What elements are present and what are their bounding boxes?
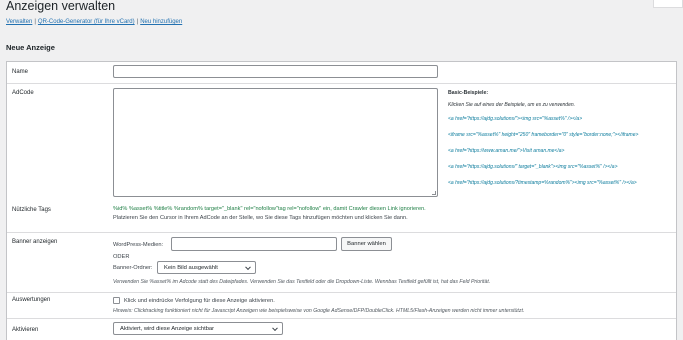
subnav-add-new-link[interactable]: Neu hinzufügen — [140, 19, 182, 25]
media-url-input[interactable] — [171, 237, 337, 251]
chevron-down-icon — [245, 263, 251, 270]
banner-label: Banner anzeigen — [12, 239, 58, 245]
name-input[interactable] — [113, 65, 438, 78]
example-code[interactable]: <iframe src="%asset%" height="250" frame… — [448, 132, 674, 139]
form-row-adcode: AdCode Basic-Beispiele: Klicken Sie auf … — [7, 83, 676, 203]
section-title: Neue Anzeige — [6, 43, 55, 52]
tags-help-text: Platzieren Sie den Cursor in Ihrem AdCod… — [113, 215, 408, 221]
stats-help-text: Hinweis: Clicktracking funktioniert nich… — [113, 308, 525, 314]
new-ad-form-panel: Name AdCode Basic-Beispiele: Klicken Sie… — [6, 61, 677, 340]
subnav-separator: | — [34, 19, 36, 25]
activate-label: Aktivieren — [12, 327, 39, 333]
banner-folder-select[interactable]: Kein Bild ausgewählt — [157, 261, 256, 274]
form-row-tags: Nützliche Tags %id% %asset% %title% %ran… — [7, 203, 676, 232]
form-row-activate: Aktivieren Aktiviert, wird diese Anzeige… — [7, 318, 676, 340]
stats-checkbox-label[interactable]: Klick und eindrücke Verfolgung für diese… — [124, 298, 275, 304]
folder-label: Banner-Ordner: — [113, 265, 153, 271]
banner-help-text: Verwenden Sie %asset% im Adcode statt de… — [113, 279, 491, 285]
adcode-textarea[interactable] — [113, 88, 438, 197]
resize-handle-icon[interactable] — [432, 191, 436, 195]
activate-select[interactable]: Aktiviert, wird diese Anzeige sichtbar — [113, 322, 283, 335]
name-label: Name — [12, 69, 29, 75]
form-row-name: Name — [7, 62, 676, 83]
screen-options-tab[interactable] — [653, 0, 683, 8]
sub-navigation: Verwalten | QR-Code-Generator (für Ihre vC… — [6, 19, 182, 25]
form-row-banner: Banner anzeigen WordPress-Medien: Banner… — [7, 232, 676, 292]
example-code[interactable]: <a href="https://ajdg.solutions/" target… — [448, 164, 674, 171]
stats-checkbox[interactable] — [113, 297, 120, 304]
subnav-manage-link[interactable]: Verwalten — [6, 19, 32, 25]
example-code[interactable]: <a href="https://ajdg.solutions/"><img s… — [448, 116, 674, 123]
media-label: WordPress-Medien: — [113, 242, 164, 248]
choose-banner-button[interactable]: Banner wählen — [341, 237, 392, 251]
or-text: ODER — [113, 254, 130, 260]
tags-label: Nützliche Tags — [12, 207, 51, 213]
banner-folder-select-value: Kein Bild ausgewählt — [164, 264, 218, 271]
useful-tags[interactable]: %id% %asset% %title% %random% target="_b… — [113, 206, 426, 212]
example-code[interactable]: <a href="https://ajdg.solutions/?timesta… — [448, 180, 674, 187]
examples-intro: Klicken Sie auf eines der Beispiele, um … — [448, 102, 576, 108]
subnav-qr-generator-link[interactable]: QR-Code-Generator (für Ihre vCard) — [38, 19, 135, 25]
stats-label: Auswertungen — [12, 297, 51, 303]
basic-examples: Basic-Beispiele: Klicken Sie auf eines d… — [448, 90, 674, 196]
form-row-stats: Auswertungen Klick und eindrücke Verfolg… — [7, 292, 676, 318]
example-code[interactable]: <a href="https://www.arnan.me/">Visit ar… — [448, 148, 674, 155]
examples-title: Basic-Beispiele: — [448, 90, 489, 96]
page-title: Anzeigen verwalten — [6, 0, 116, 13]
subnav-separator: | — [136, 19, 139, 25]
chevron-down-icon — [272, 324, 278, 331]
activate-select-value: Aktiviert, wird diese Anzeige sichtbar — [120, 325, 215, 332]
adcode-label: AdCode — [12, 90, 34, 96]
